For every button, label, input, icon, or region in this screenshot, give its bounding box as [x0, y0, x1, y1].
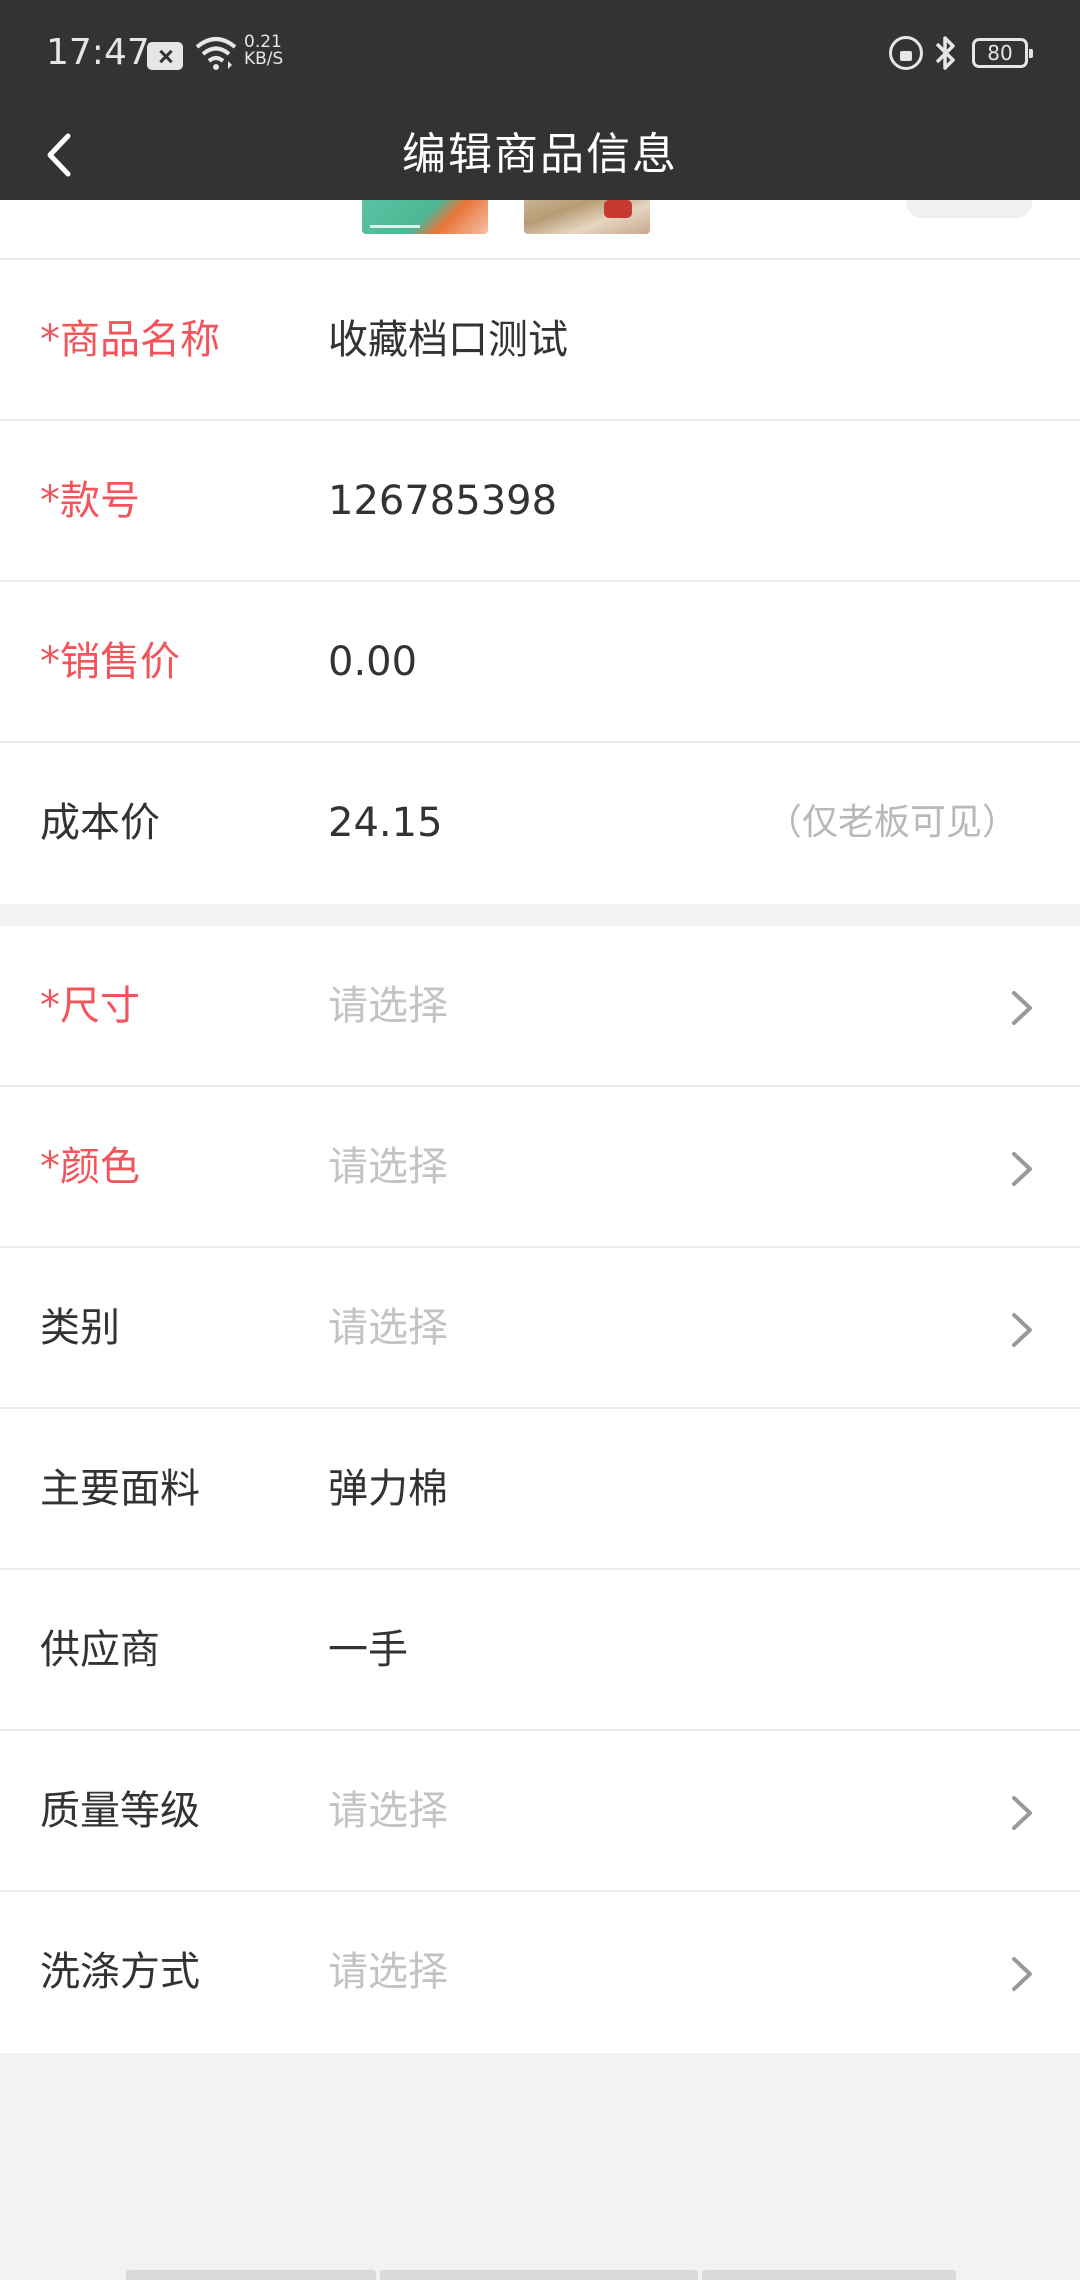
status-time: 17:47 — [46, 32, 150, 73]
form-row-label: 成本价 — [40, 800, 160, 846]
form-row-label: 类别 — [40, 1305, 120, 1351]
form-row-label: 洗涤方式 — [40, 1949, 200, 1995]
form-row-main-fabric[interactable]: 主要面料 弹力棉 — [0, 1409, 1080, 1570]
basic-info-section: *商品名称 收藏档口测试 *款号 126785398 *销售价 0.00 成本价… — [0, 260, 1080, 904]
bottom-action-bar — [126, 2270, 956, 2280]
product-image-thumbnail[interactable] — [362, 200, 488, 234]
chevron-right-icon — [1012, 1152, 1032, 1186]
style-number-input[interactable]: 126785398 — [328, 421, 557, 581]
header: 17:47 0.21 KB/S 80 编辑商品信息 — [0, 0, 1080, 200]
product-image-thumbnail[interactable] — [524, 200, 650, 234]
network-speed: 0.21 KB/S — [244, 34, 283, 68]
form-row-style-number[interactable]: *款号 126785398 — [0, 421, 1080, 582]
status-bar: 17:47 0.21 KB/S 80 — [0, 0, 1080, 110]
message-blocked-icon — [147, 42, 183, 70]
color-select[interactable]: 请选择 — [328, 1087, 448, 1247]
quality-grade-select[interactable]: 请选择 — [328, 1731, 448, 1891]
form-row-label: 质量等级 — [40, 1788, 200, 1834]
lock-rotation-icon — [889, 36, 923, 70]
form-row-label: *商品名称 — [40, 317, 220, 363]
network-speed-unit: KB/S — [244, 49, 284, 69]
cost-price-input[interactable]: 24.15 — [328, 743, 443, 903]
chevron-right-icon — [1012, 991, 1032, 1025]
form-row-label: *款号 — [40, 478, 140, 524]
battery-icon: 80 — [972, 38, 1033, 68]
app-screen: 17:47 0.21 KB/S 80 编辑商品信息 *商品名称 收藏档口测试 *… — [0, 0, 1080, 2280]
form-row-label: 供应商 — [40, 1627, 160, 1673]
bluetooth-icon — [935, 36, 955, 70]
form-row-label: *销售价 — [40, 639, 180, 685]
page-title: 编辑商品信息 — [402, 129, 678, 180]
form-row-cost-price[interactable]: 成本价 24.15 （仅老板可见） — [0, 743, 1080, 904]
attributes-section: *尺寸 请选择 *颜色 请选择 类别 请选择 主要面料 弹力棉 供应商 一手 质… — [0, 926, 1080, 2053]
chevron-right-icon — [1012, 1957, 1032, 1991]
bottom-action-button[interactable] — [380, 2270, 698, 2280]
form-row-wash-method[interactable]: 洗涤方式 请选择 — [0, 1892, 1080, 2053]
category-select[interactable]: 请选择 — [328, 1248, 448, 1408]
size-select[interactable]: 请选择 — [328, 926, 448, 1086]
form-row-size[interactable]: *尺寸 请选择 — [0, 926, 1080, 1087]
chevron-right-icon — [1012, 1313, 1032, 1347]
add-image-button[interactable] — [906, 200, 1032, 218]
back-button[interactable] — [30, 110, 110, 200]
form-row-label: *颜色 — [40, 1144, 140, 1190]
wash-method-select[interactable]: 请选择 — [328, 1892, 448, 2052]
form-row-quality-grade[interactable]: 质量等级 请选择 — [0, 1731, 1080, 1892]
form-row-supplier[interactable]: 供应商 一手 — [0, 1570, 1080, 1731]
main-fabric-input[interactable]: 弹力棉 — [328, 1409, 448, 1569]
boss-only-hint: （仅老板可见） — [765, 802, 1018, 843]
product-name-input[interactable]: 收藏档口测试 — [328, 260, 568, 420]
wifi-icon — [195, 37, 237, 70]
bottom-action-button[interactable] — [702, 2270, 956, 2280]
form-row-label: 主要面料 — [40, 1466, 200, 1512]
form-row-category[interactable]: 类别 请选择 — [0, 1248, 1080, 1409]
bottom-action-button[interactable] — [126, 2270, 376, 2280]
form-row-product-name[interactable]: *商品名称 收藏档口测试 — [0, 260, 1080, 421]
chevron-left-icon — [47, 133, 71, 177]
chevron-right-icon — [1012, 1796, 1032, 1830]
supplier-input[interactable]: 一手 — [328, 1570, 408, 1730]
form-row-color[interactable]: *颜色 请选择 — [0, 1087, 1080, 1248]
nav-bar: 编辑商品信息 — [0, 110, 1080, 200]
product-image-strip — [0, 200, 1080, 260]
sale-price-input[interactable]: 0.00 — [328, 582, 417, 742]
form-row-label: *尺寸 — [40, 983, 140, 1029]
form-row-sale-price[interactable]: *销售价 0.00 — [0, 582, 1080, 743]
